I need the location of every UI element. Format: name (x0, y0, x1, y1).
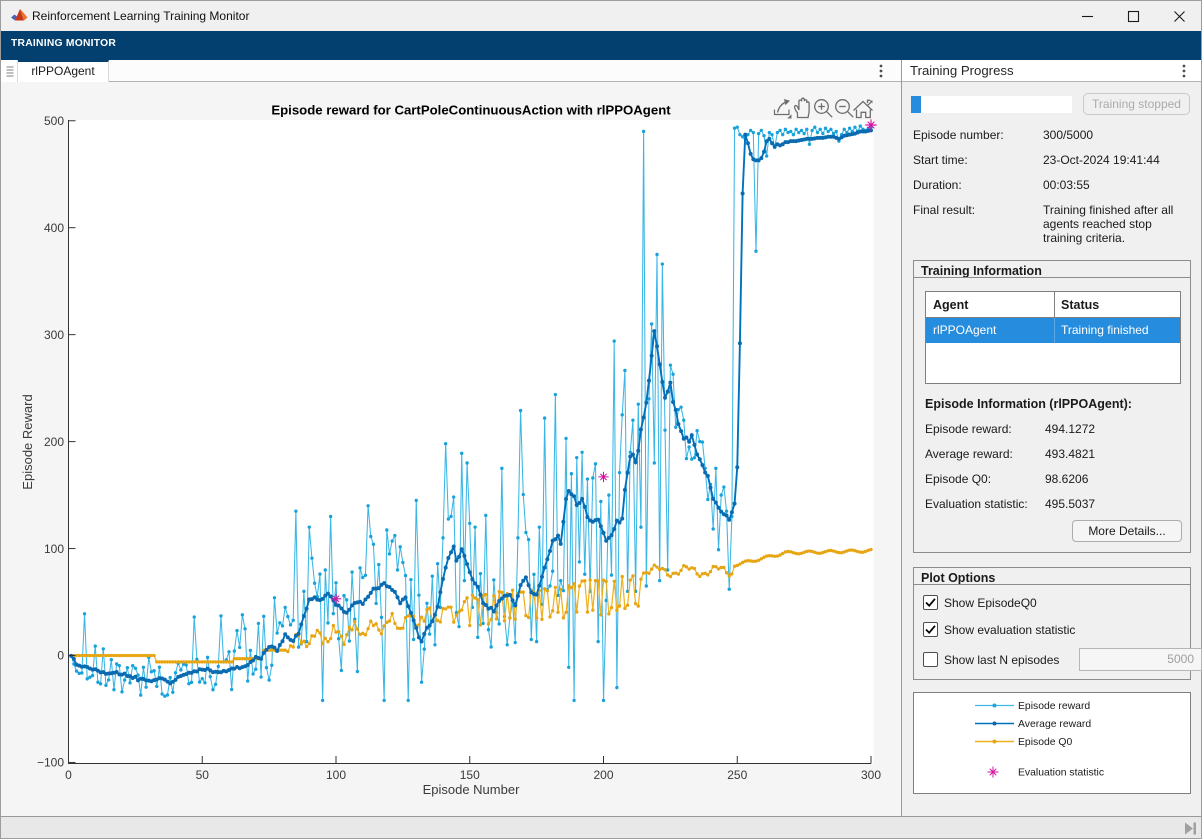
svg-text:Episode Reward: Episode Reward (20, 394, 35, 489)
svg-text:100: 100 (44, 542, 64, 556)
svg-text:0: 0 (65, 768, 72, 782)
svg-text:Average reward: Average reward (1018, 719, 1091, 730)
svg-text:Episode reward: Episode reward (1018, 701, 1090, 712)
svg-text:0: 0 (57, 649, 64, 663)
svg-text:Episode reward for CartPoleCon: Episode reward for CartPoleContinuousAct… (271, 103, 671, 118)
svg-text:Episode Number: Episode Number (423, 782, 520, 797)
svg-text:Evaluation statistic: Evaluation statistic (1018, 768, 1104, 779)
svg-text:250: 250 (727, 768, 747, 782)
svg-text:50: 50 (196, 768, 210, 782)
svg-text:300: 300 (861, 768, 881, 782)
svg-text:100: 100 (326, 768, 346, 782)
svg-text:−100: −100 (37, 756, 64, 770)
svg-text:150: 150 (460, 768, 480, 782)
svg-text:400: 400 (44, 221, 64, 235)
svg-text:Episode Q0: Episode Q0 (1018, 737, 1073, 748)
svg-text:300: 300 (44, 328, 64, 342)
svg-text:200: 200 (593, 768, 613, 782)
svg-text:500: 500 (44, 114, 64, 128)
svg-text:200: 200 (44, 435, 64, 449)
